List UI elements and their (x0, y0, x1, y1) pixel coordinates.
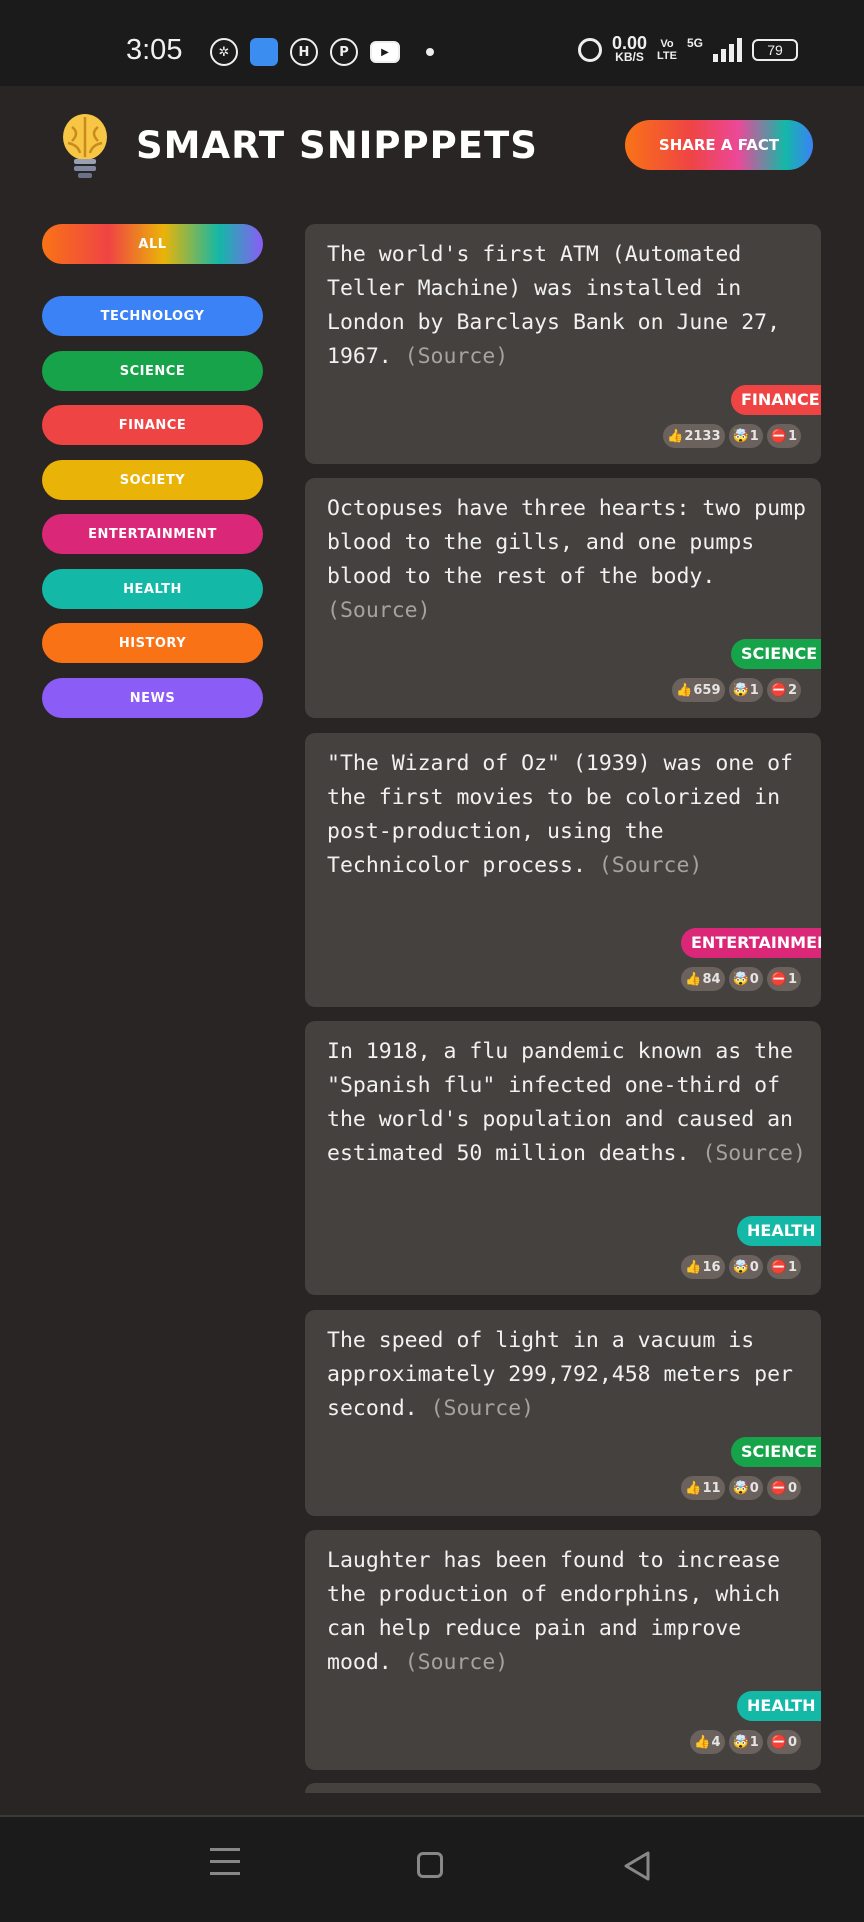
mind-blown-icon: 🤯 (732, 1259, 749, 1275)
source-link[interactable]: (Source) (405, 344, 509, 369)
reactions: 👍 16 🤯 0 ⛔ 1 (681, 1255, 801, 1279)
mind-blown-icon: 🤯 (732, 682, 749, 698)
category-finance[interactable]: FINANCE (42, 405, 263, 445)
h-app-icon: H (290, 38, 318, 66)
like-button[interactable]: 👍 11 (681, 1476, 725, 1500)
category-entertainment[interactable]: ENTERTAINMENT (42, 514, 263, 554)
no-entry-icon: ⛔ (770, 1259, 787, 1275)
battery-icon: 79 (752, 39, 798, 61)
mindblown-button[interactable]: 🤯 1 (728, 678, 763, 702)
fact-card: The speed of light in a vacuum is approx… (305, 1310, 821, 1516)
mindblown-button[interactable]: 🤯 1 (728, 1730, 763, 1754)
status-right: 0.00 KB/S Vo LTE 5G 79 (577, 33, 798, 64)
like-button[interactable]: 👍 4 (690, 1730, 725, 1754)
fact-text: Laughter has been found to increase the … (327, 1548, 781, 1675)
reactions: 👍 84 🤯 0 ⛔ 1 (681, 967, 801, 991)
category-all[interactable]: ALL (42, 224, 263, 264)
category-health[interactable]: HEALTH (42, 569, 263, 609)
fact-card: Octopuses have three hearts: two pump bl… (305, 478, 821, 718)
fact-text: In 1918, a flu pandemic known as the "Sp… (327, 1039, 806, 1166)
dislike-button[interactable]: ⛔ 2 (766, 678, 801, 702)
source-link[interactable]: (Source) (431, 1396, 535, 1421)
app-icon (250, 38, 278, 66)
source-link[interactable]: (Source) (702, 1141, 806, 1166)
app-title: SMART SNIPPPETS (136, 124, 538, 167)
notification-icons: ✲ H P ▶ (210, 38, 434, 66)
thumbs-up-icon: 👍 (685, 1480, 702, 1496)
thumbs-up-icon: 👍 (685, 1259, 702, 1275)
like-button[interactable]: 👍 84 (681, 967, 725, 991)
no-entry-icon: ⛔ (770, 971, 787, 987)
fact-category-tag: SCIENCE (731, 1437, 821, 1467)
fact-category-tag: HEALTH (737, 1216, 821, 1246)
signal-icon (713, 38, 742, 62)
net-speed: 0.00 KB/S (611, 33, 648, 64)
no-entry-icon: ⛔ (770, 682, 787, 698)
mind-blown-icon: 🤯 (732, 971, 749, 987)
thumbs-up-icon: 👍 (676, 682, 693, 698)
recent-apps-button[interactable] (210, 1848, 240, 1878)
youtube-icon: ▶ (370, 41, 400, 63)
dislike-button[interactable]: ⛔ 0 (766, 1730, 801, 1754)
fact-category-tag: HEALTH (737, 1691, 821, 1721)
mind-blown-icon: 🤯 (732, 1734, 749, 1750)
status-bar: 3:05 ✲ H P ▶ 0.00 KB/S Vo LTE 5G 79 (0, 0, 864, 86)
category-news[interactable]: NEWS (42, 678, 263, 718)
dislike-button[interactable]: ⛔ 1 (766, 967, 801, 991)
fact-card: Laughter has been found to increase the … (305, 1530, 821, 1770)
fact-text: The speed of light in a vacuum is approx… (327, 1328, 793, 1421)
status-time: 3:05 (126, 34, 183, 66)
source-link[interactable]: (Source) (327, 598, 431, 623)
fact-category-tag: SCIENCE (731, 639, 821, 669)
like-button[interactable]: 👍 16 (681, 1255, 725, 1279)
settings-icon: ✲ (210, 38, 238, 66)
mindblown-button[interactable]: 🤯 0 (728, 1476, 763, 1500)
fact-category-tag: ENTERTAINMENT (681, 928, 821, 958)
fact-text: "The Wizard of Oz" (1939) was one of the… (327, 751, 793, 878)
no-entry-icon: ⛔ (770, 1480, 787, 1496)
dislike-button[interactable]: ⛔ 0 (766, 1476, 801, 1500)
mind-blown-icon: 🤯 (732, 1480, 749, 1496)
back-button[interactable] (622, 1850, 652, 1882)
fact-text: Octopuses have three hearts: two pump bl… (327, 496, 806, 623)
category-science[interactable]: SCIENCE (42, 351, 263, 391)
category-technology[interactable]: TECHNOLOGY (42, 296, 263, 336)
fact-text: The world's first ATM (Automated Teller … (327, 242, 781, 369)
mindblown-button[interactable]: 🤯 0 (728, 967, 763, 991)
share-fact-button[interactable]: SHARE A FACT (625, 120, 813, 170)
no-entry-icon: ⛔ (770, 428, 787, 444)
reactions: 👍 2133 🤯 1 ⛔ 1 (663, 424, 801, 448)
alarm-icon (577, 38, 602, 62)
no-entry-icon: ⛔ (770, 1734, 787, 1750)
fact-card: "The Wizard of Oz" (1939) was one of the… (305, 733, 821, 1007)
reactions: 👍 11 🤯 0 ⛔ 0 (681, 1476, 801, 1500)
dislike-button[interactable]: ⛔ 1 (766, 1255, 801, 1279)
brain-bulb-logo-icon (63, 114, 107, 178)
thumbs-up-icon: 👍 (694, 1734, 711, 1750)
source-link[interactable]: (Source) (599, 853, 703, 878)
mindblown-button[interactable]: 🤯 0 (728, 1255, 763, 1279)
category-society[interactable]: SOCIETY (42, 460, 263, 500)
pinterest-icon: P (330, 38, 358, 66)
thumbs-up-icon: 👍 (685, 971, 702, 987)
reactions: 👍 4 🤯 1 ⛔ 0 (690, 1730, 801, 1754)
mindblown-button[interactable]: 🤯 1 (728, 424, 763, 448)
home-button[interactable] (417, 1852, 443, 1878)
thumbs-up-icon: 👍 (667, 428, 684, 444)
volte-indicator: Vo LTE (657, 38, 677, 62)
like-button[interactable]: 👍 2133 (663, 424, 725, 448)
fact-category-tag: FINANCE (731, 385, 821, 415)
mind-blown-icon: 🤯 (732, 428, 749, 444)
like-button[interactable]: 👍 659 (672, 678, 725, 702)
network-type: 5G (686, 36, 703, 50)
category-history[interactable]: HISTORY (42, 623, 263, 663)
source-link[interactable]: (Source) (405, 1650, 509, 1675)
dislike-button[interactable]: ⛔ 1 (766, 424, 801, 448)
reactions: 👍 659 🤯 1 ⛔ 2 (672, 678, 801, 702)
next-fact-card-peek (305, 1783, 821, 1793)
more-notifications-dot (426, 48, 434, 56)
fact-card: In 1918, a flu pandemic known as the "Sp… (305, 1021, 821, 1295)
fact-card: The world's first ATM (Automated Teller … (305, 224, 821, 464)
